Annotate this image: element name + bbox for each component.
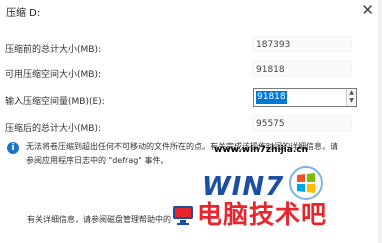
watermark-big-text: 电脑技术吧: [197, 200, 328, 229]
title-bar: 压缩 D: ✕: [0, 0, 382, 22]
spin-down-icon[interactable]: ▼: [347, 97, 356, 105]
watermark-url: www.win7zhijia.cn: [214, 145, 308, 155]
available-shrink-label: 可用压缩空间大小(MB):: [5, 70, 101, 80]
help-text: 有关详细信息，请参阅磁盘管理帮助中的: [27, 215, 171, 224]
shrink-amount-spinner[interactable]: ▲ ▼: [346, 89, 356, 106]
dialog-title: 压缩 D:: [6, 8, 41, 19]
window-edge: [378, 0, 382, 243]
computer-icon: [173, 206, 193, 225]
available-shrink-value: 91818: [252, 61, 352, 77]
total-size-after-value: 95575: [252, 115, 352, 131]
total-size-after-label: 压缩后的总计大小(MB):: [5, 124, 101, 134]
info-icon: i: [7, 142, 19, 154]
shrink-amount-selected-text[interactable]: 91818: [256, 91, 287, 104]
shrink-amount-label: 输入压缩空间量(MB)(E):: [5, 97, 105, 107]
spin-up-icon[interactable]: ▲: [347, 89, 356, 97]
total-size-before-value: 187393: [252, 36, 352, 52]
close-icon[interactable]: ✕: [361, 1, 374, 19]
total-size-before-label: 压缩前的总计大小(MB):: [5, 45, 101, 55]
shrink-amount-input[interactable]: 91818 ▲ ▼: [253, 88, 357, 107]
info-text-line-2: 参阅应用程序日志中的 "defrag" 事件。: [26, 156, 169, 165]
